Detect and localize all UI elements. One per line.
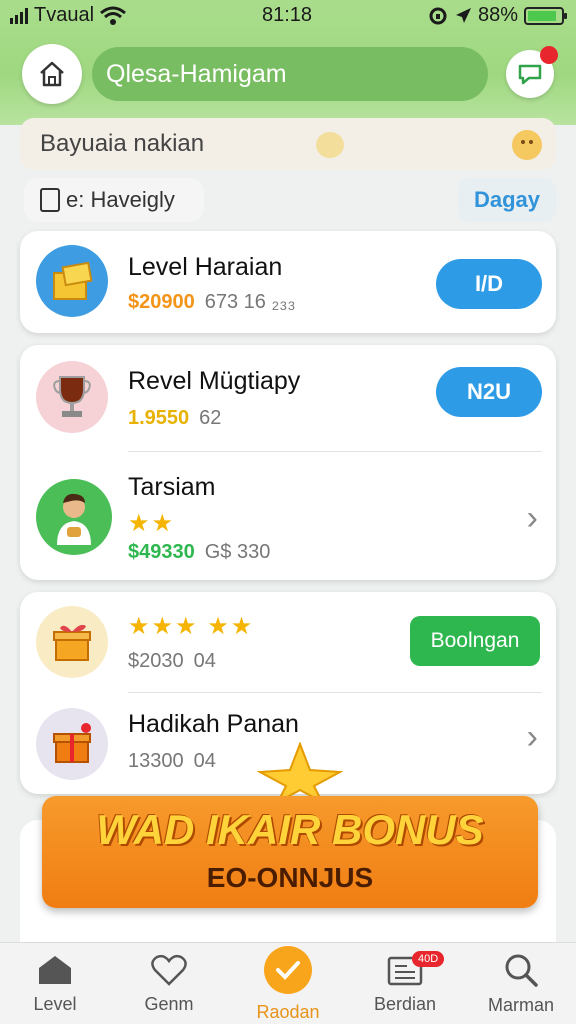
home-icon <box>40 61 64 87</box>
chevron-right-icon[interactable]: › <box>527 718 538 757</box>
wifi-icon <box>100 6 126 25</box>
chevron-right-icon[interactable]: › <box>527 499 538 538</box>
gift-box-icon <box>36 606 108 678</box>
action-button[interactable]: N2U <box>436 367 542 417</box>
item-price: 1.9550 <box>128 407 190 429</box>
item-meta: 1.9550 62 <box>128 407 221 430</box>
tab-marman[interactable]: Marman <box>466 943 576 1024</box>
list-item[interactable]: Revel Mügtiapy 1.9550 62 N2U <box>20 345 556 449</box>
status-right: 88% <box>428 4 567 27</box>
item-secondary: 04 <box>193 650 216 672</box>
item-meta: $49330 G$ 330 <box>128 541 270 564</box>
tab-genm[interactable]: Genm <box>114 943 224 1024</box>
list-item[interactable]: ★★★ ★★ $2030 04 Boolngan <box>20 592 556 692</box>
revel-card: Revel Mügtiapy 1.9550 62 N2U Tarsiam ★★ … <box>20 345 556 580</box>
item-title: Level Haraian <box>128 253 283 281</box>
bonus-title: WAD IKAIR BONUS <box>96 806 484 853</box>
star-burst-icon <box>256 742 344 802</box>
tab-label: Level <box>33 993 77 1014</box>
tab-label: Genm <box>144 993 194 1014</box>
carrier-name: Tvaual <box>34 4 95 26</box>
search-icon <box>505 954 538 987</box>
notification-button[interactable] <box>506 46 558 98</box>
item-title: Tarsiam <box>128 473 216 501</box>
heart-icon <box>151 954 187 986</box>
gift-box-icon <box>36 245 108 317</box>
item-price: $49330 <box>128 541 195 563</box>
house-icon <box>39 955 71 984</box>
tab-berdian[interactable]: 40D Berdian <box>350 943 460 1024</box>
page-title-text: Qlesa-Hamigam <box>106 59 287 88</box>
claim-button[interactable]: Boolngan <box>410 616 540 666</box>
item-title: Hadikah Panan <box>128 710 299 738</box>
tab-label: Berdian <box>373 993 437 1014</box>
notification-badge: 40D <box>412 951 445 967</box>
search-placeholder: Bayuaia nakian <box>40 130 205 157</box>
item-secondary: 673 16 ₂₃₃ <box>204 291 296 313</box>
battery-icon <box>524 6 567 25</box>
rating-stars: ★★★ ★★ <box>128 613 255 640</box>
item-price: $2030 <box>128 650 184 672</box>
carrier: Tvaual <box>10 4 126 27</box>
rating-stars: ★★ <box>128 510 176 537</box>
bonus-banner[interactable]: WAD IKAIR BONUS EO-ONNJUS <box>42 796 538 908</box>
item-secondary: 04 <box>193 750 216 772</box>
tab-level[interactable]: Level <box>0 943 110 1024</box>
list-item[interactable]: Level Haraian $20900 673 16 ₂₃₃ I/D <box>20 231 556 333</box>
divider <box>128 692 542 693</box>
battery-percent: 88% <box>477 4 518 26</box>
filter-chip[interactable]: e: Haveigly <box>24 178 204 222</box>
tab-label: Raodan <box>256 1001 320 1022</box>
check-icon <box>264 945 312 994</box>
trophy-icon <box>36 361 108 433</box>
home-button[interactable] <box>22 44 82 104</box>
list-item[interactable]: Tarsiam ★★ $49330 G$ 330 › <box>20 453 556 579</box>
chat-icon <box>518 64 542 85</box>
item-meta: $20900 673 16 ₂₃₃ <box>128 291 296 314</box>
present-icon <box>36 708 108 780</box>
person-avatar <box>36 479 112 555</box>
item-meta: 13300 04 <box>128 750 216 773</box>
item-title: Revel Mügtiapy <box>128 367 301 395</box>
item-secondary: 62 <box>199 407 222 429</box>
tab-label: Marman <box>487 994 554 1015</box>
lock-rotation-icon <box>429 7 447 24</box>
bonus-subtitle: EO-ONNJUS <box>206 862 374 893</box>
action-button[interactable]: I/D <box>436 259 542 309</box>
status-bar: Tvaual 81:18 88% <box>0 0 576 34</box>
divider <box>128 451 542 452</box>
page-title: Qlesa-Hamigam <box>92 47 488 101</box>
smiley-icon[interactable] <box>512 130 542 160</box>
level-card: Level Haraian $20900 673 16 ₂₃₃ I/D <box>20 231 556 333</box>
item-price: $20900 <box>128 291 195 313</box>
location-icon <box>455 7 471 23</box>
document-icon <box>40 188 60 212</box>
item-meta: $2030 04 <box>128 650 216 673</box>
app-header: Qlesa-Hamigam <box>22 44 558 104</box>
notification-dot <box>540 46 558 64</box>
tab-raodan[interactable]: Raodan <box>233 943 343 1024</box>
day-link[interactable]: Dagay <box>458 178 556 222</box>
item-secondary: G$ 330 <box>204 541 271 563</box>
clock: 81:18 <box>262 4 313 26</box>
filter-label: e: Haveigly <box>66 187 175 212</box>
emoji-icon <box>316 132 344 158</box>
search-bar[interactable]: Bayuaia nakian <box>20 118 556 170</box>
signal-icon <box>10 7 28 24</box>
bottom-tab-bar: Level Genm Raodan 40D Berdian Marman <box>0 942 576 1024</box>
item-price: 13300 <box>128 750 184 772</box>
